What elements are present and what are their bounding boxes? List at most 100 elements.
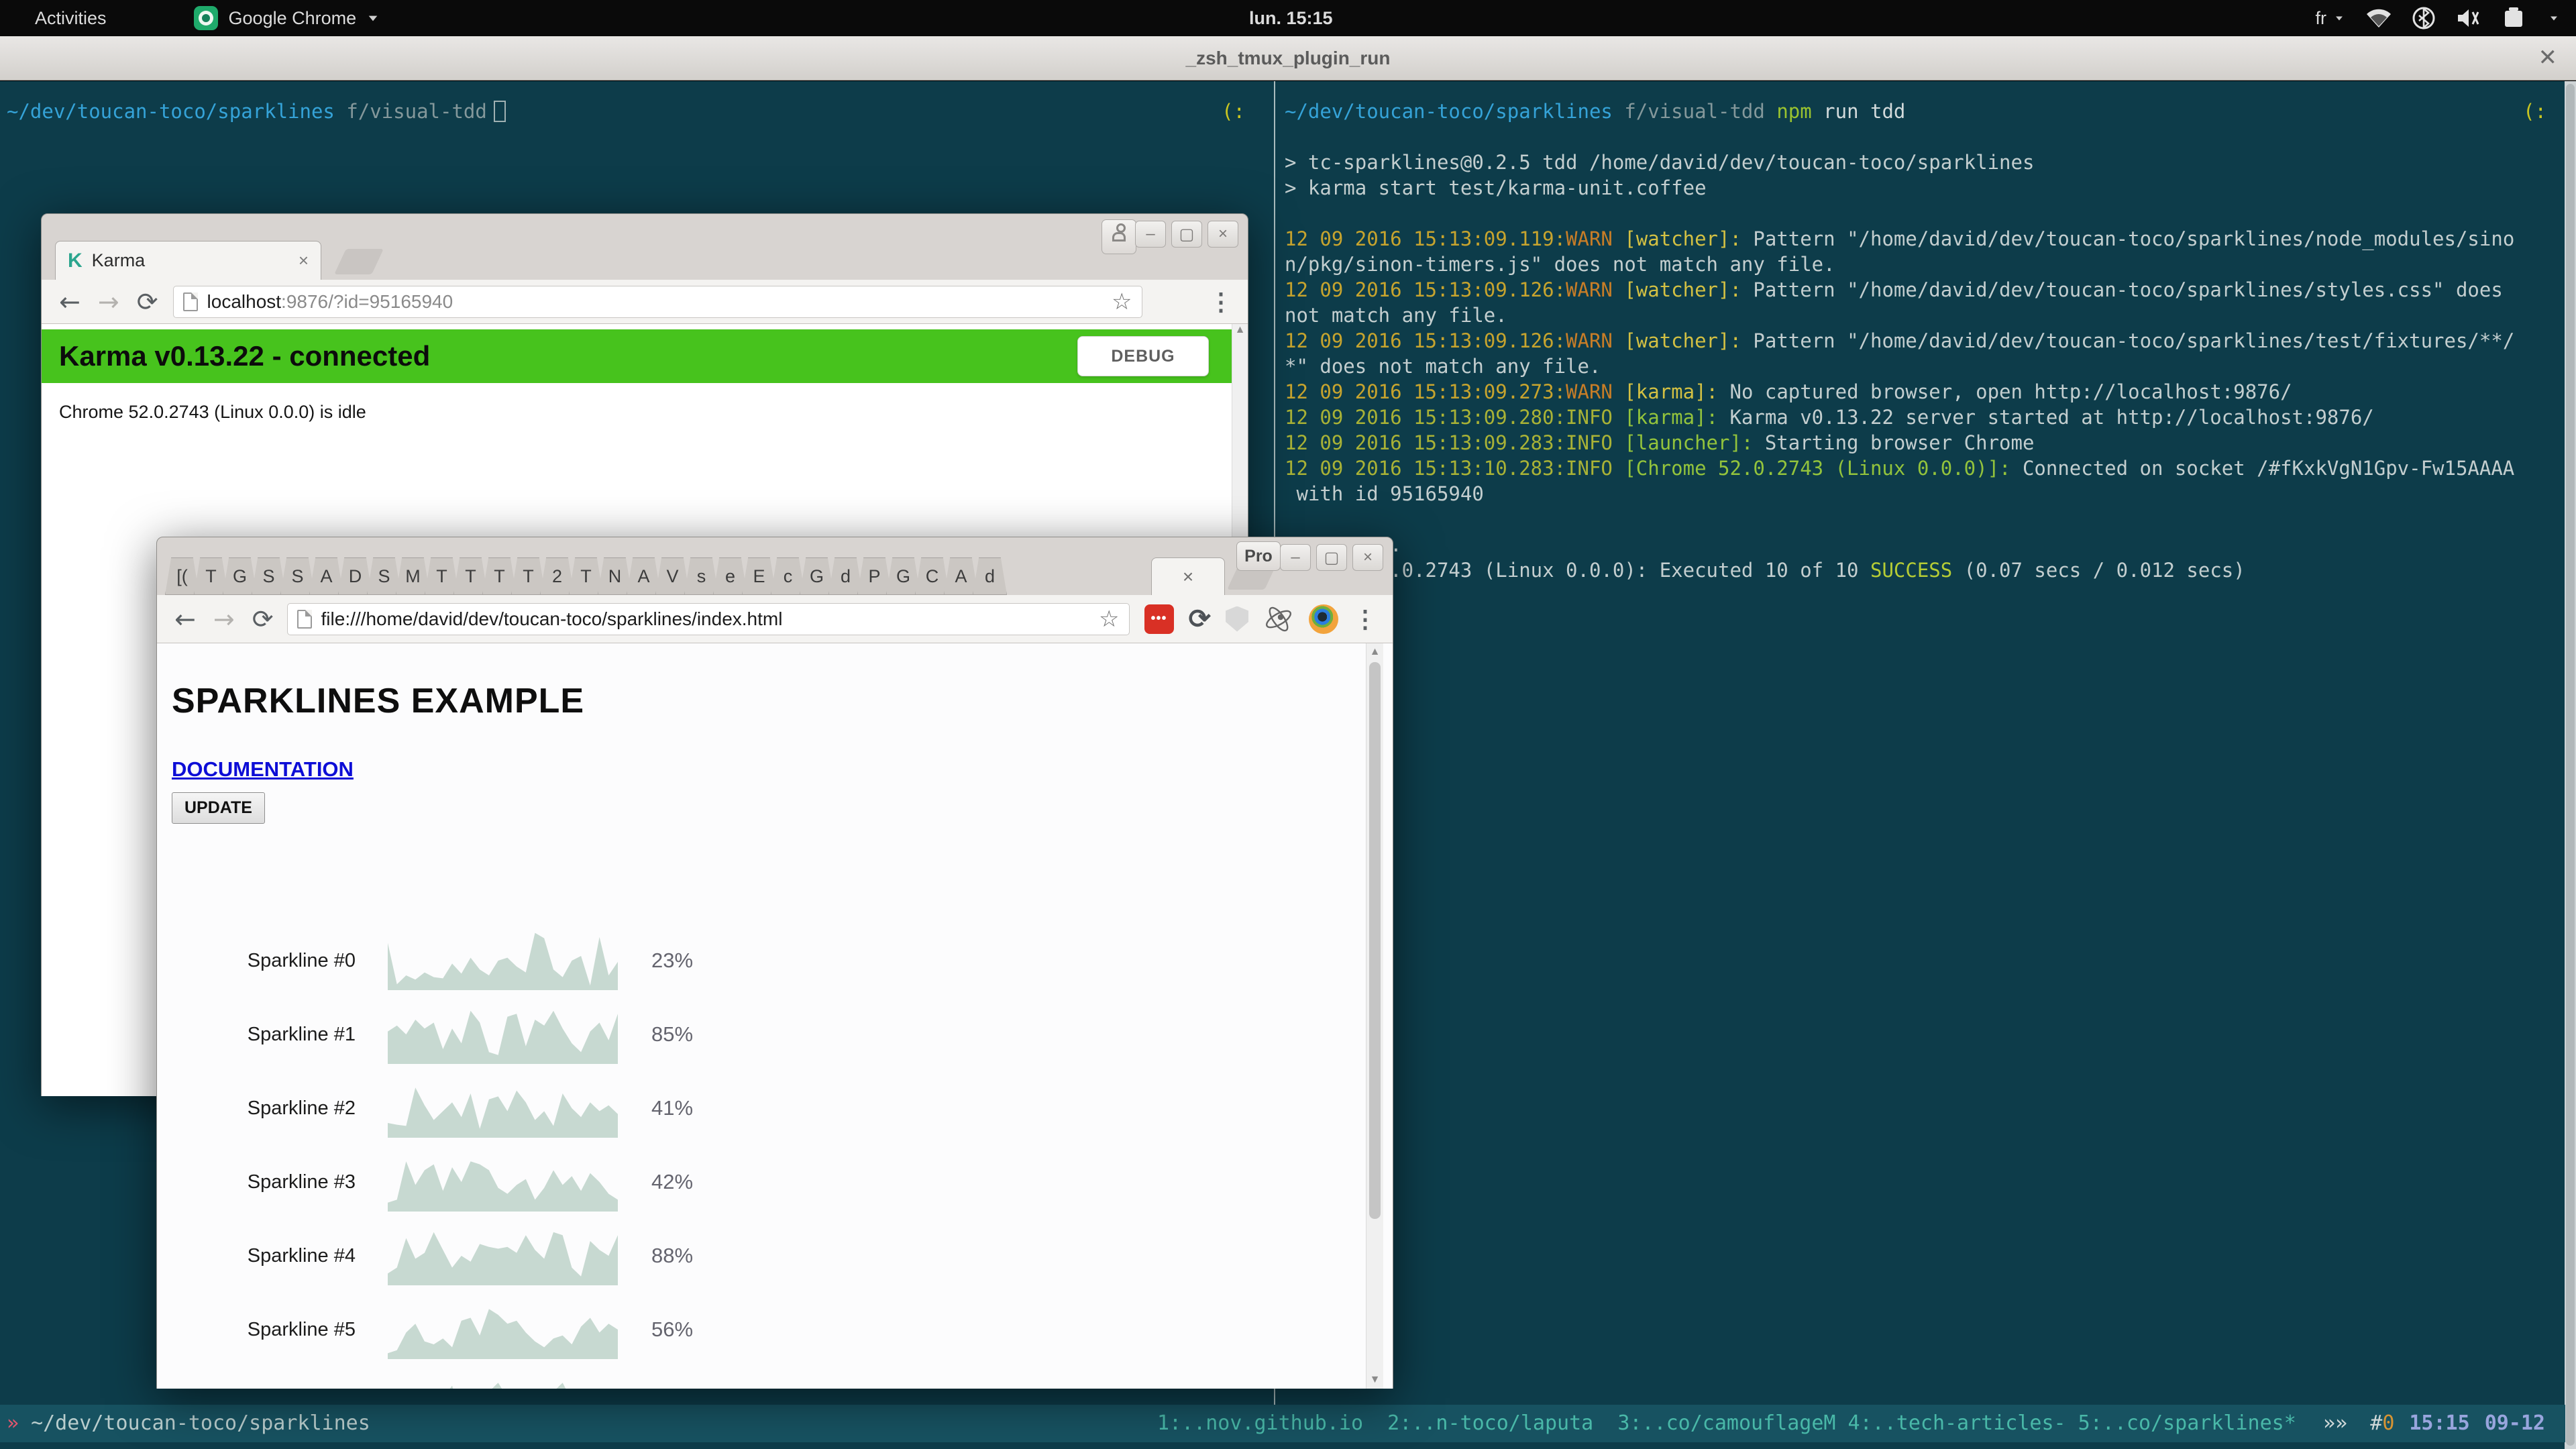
tab-sparklines-active[interactable]: × — [1151, 557, 1225, 595]
browser-tab[interactable]: c — [771, 557, 805, 595]
prompt-git-branch: f/visual-tdd — [1613, 99, 1776, 124]
log-segment: n/pkg/sinon-timers.js" does not match an… — [1285, 253, 1835, 276]
browser-tab[interactable]: C — [915, 557, 949, 595]
browser-tab[interactable]: N — [598, 557, 632, 595]
clock[interactable]: lun. 15:15 — [1249, 0, 1333, 36]
reload-button[interactable]: ⟳ — [137, 287, 158, 317]
tab-list: [(TGSSADSMTTTT2TNAVseEcGdPGCAd — [165, 557, 1151, 595]
terminal-title-bar[interactable]: _zsh_tmux_plugin_run ✕ — [0, 36, 2576, 80]
tmux-window-list[interactable]: 1:..nov.github.io 2:..n-toco/laputa 3:..… — [1157, 1411, 2296, 1436]
debug-button[interactable]: DEBUG — [1077, 336, 1209, 376]
tab-close-icon[interactable]: × — [1183, 566, 1193, 588]
app-menu[interactable]: Google Chrome — [194, 6, 380, 30]
browser-tab[interactable]: M — [396, 557, 430, 595]
browser-tab[interactable]: T — [453, 557, 488, 595]
tab-karma[interactable]: K Karma × — [55, 241, 321, 280]
keyboard-layout-indicator[interactable]: fr — [2316, 8, 2346, 29]
forward-button[interactable]: → — [213, 604, 235, 634]
browser-tab[interactable]: d — [828, 557, 863, 595]
browser-idle-status: Chrome 52.0.2743 (Linux 0.0.0) is idle — [59, 402, 1248, 423]
shield-extension-icon[interactable] — [1226, 606, 1248, 632]
browser-tab[interactable]: s — [684, 557, 718, 595]
terminal-log-line — [1285, 506, 2556, 532]
address-bar[interactable]: file:///home/david/dev/toucan-toco/spark… — [287, 603, 1130, 635]
log-segment: with id 95165940 — [1285, 482, 1484, 505]
browser-tab[interactable]: A — [309, 557, 343, 595]
refresh-extension-icon[interactable]: ⟳ — [1189, 604, 1212, 635]
browser-menu-icon[interactable]: ⋮ — [1209, 288, 1233, 316]
log-segment: SUCCESS — [1870, 559, 1964, 582]
prompt-git-branch: f/visual-tdd — [335, 99, 487, 124]
terminal-scrollbar[interactable] — [2565, 81, 2576, 1449]
browser-tab[interactable]: T — [194, 557, 228, 595]
lastpass-extension-icon[interactable]: ••• — [1144, 604, 1174, 634]
profile-button[interactable] — [1102, 219, 1136, 254]
back-button[interactable]: ← — [59, 287, 80, 317]
browser-tab[interactable]: A — [627, 557, 661, 595]
prompt-path: ~/dev/toucan-toco/sparklines — [7, 99, 335, 124]
browser-tab[interactable]: V — [655, 557, 690, 595]
system-tray[interactable]: fr — [2316, 0, 2561, 36]
browser-tab[interactable]: P — [857, 557, 892, 595]
close-button[interactable]: × — [1208, 221, 1238, 248]
maximize-button[interactable]: ▢ — [1316, 544, 1347, 571]
browser-tab[interactable]: [( — [165, 557, 199, 595]
colorful-circle-extension-icon[interactable] — [1309, 604, 1338, 634]
log-segment: [karma]: — [1624, 406, 1729, 429]
browser-tab[interactable]: 2 — [540, 557, 574, 595]
sparkline-area-chart — [388, 1079, 618, 1138]
scroll-up-icon[interactable]: ▲ — [1235, 324, 1246, 335]
scroll-up-icon[interactable]: ▲ — [1366, 646, 1383, 658]
activities-button[interactable]: Activities — [35, 8, 107, 29]
browser-tab[interactable]: T — [511, 557, 545, 595]
shell-prompt: ~/dev/toucan-toco/sparklines f/visual-td… — [7, 99, 1263, 124]
browser-tab[interactable]: S — [280, 557, 315, 595]
sparkline-row: Sparkline #488% — [157, 1219, 1393, 1293]
scrollbar-thumb[interactable] — [1369, 662, 1381, 1219]
url-host: localhost — [207, 291, 282, 313]
scroll-down-icon[interactable]: ▼ — [1366, 1374, 1383, 1386]
scrollbar-thumb[interactable] — [2566, 84, 2575, 1446]
browser-tab[interactable]: A — [944, 557, 978, 595]
new-tab-button[interactable] — [334, 249, 384, 274]
log-segment: 12 09 2016 15:13:09.273: — [1285, 380, 1566, 403]
browser-tab[interactable]: T — [425, 557, 459, 595]
browser-tab[interactable]: T — [569, 557, 603, 595]
log-segment: *" does not match any file. — [1285, 355, 1601, 378]
sparkline-row: Sparkline #61.6% — [157, 1366, 1393, 1389]
forward-button[interactable]: → — [98, 287, 119, 317]
terminal-close-icon[interactable]: ✕ — [2538, 44, 2558, 71]
back-button[interactable]: ← — [174, 604, 196, 634]
browser-tab[interactable]: T — [482, 557, 517, 595]
minimize-button[interactable]: – — [1280, 544, 1311, 571]
browser-tab[interactable]: S — [367, 557, 401, 595]
atom-extension-icon[interactable] — [1263, 604, 1294, 635]
bookmark-star-icon[interactable]: ☆ — [1099, 606, 1119, 633]
minimize-button[interactable]: – — [1135, 221, 1166, 248]
chrome-app-icon — [194, 6, 218, 30]
maximize-button[interactable]: ▢ — [1171, 221, 1202, 248]
tab-close-icon[interactable]: × — [299, 250, 309, 271]
sparklines-browser-window[interactable]: [(TGSSADSMTTTT2TNAVseEcGdPGCAd × Pro – ▢… — [156, 537, 1393, 1389]
browser-tab[interactable]: E — [742, 557, 776, 595]
browser-tab[interactable]: D — [338, 557, 372, 595]
close-button[interactable]: × — [1352, 544, 1383, 571]
reload-button[interactable]: ⟳ — [252, 604, 274, 634]
prompt-path: ~/dev/toucan-toco/sparklines — [1285, 99, 1613, 124]
update-button[interactable]: UPDATE — [172, 792, 265, 824]
browser-tab[interactable]: d — [973, 557, 1007, 595]
browser-tab[interactable]: G — [886, 557, 920, 595]
page-scrollbar[interactable]: ▲ ▼ — [1366, 643, 1383, 1389]
tmux-right-pane[interactable]: ~/dev/toucan-toco/sparklines f/visual-td… — [1278, 81, 2565, 1405]
browser-tab[interactable]: e — [713, 557, 747, 595]
bookmark-star-icon[interactable]: ☆ — [1112, 288, 1132, 315]
documentation-link[interactable]: DOCUMENTATION — [172, 757, 354, 782]
browser-tab[interactable]: S — [252, 557, 286, 595]
profile-badge[interactable]: Pro — [1236, 541, 1281, 571]
browser-tab[interactable]: G — [223, 557, 257, 595]
browser-menu-icon[interactable]: ⋮ — [1353, 605, 1377, 633]
sparkline-area-chart — [388, 1226, 618, 1285]
browser-tab[interactable]: G — [800, 557, 834, 595]
tab-strip: K Karma × – ▢ × — [42, 214, 1248, 280]
address-bar[interactable]: localhost :9876/?id=95165940 ☆ — [173, 286, 1142, 318]
